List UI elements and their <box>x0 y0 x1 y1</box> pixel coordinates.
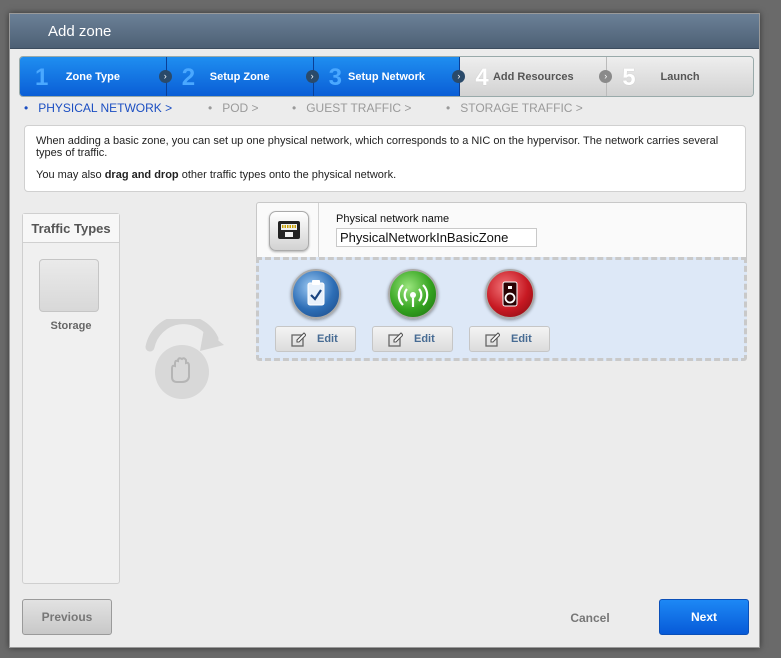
dialog-title-bar[interactable]: Add zone <box>10 14 759 49</box>
next-button[interactable]: Next <box>659 599 749 635</box>
substep-bullet: • <box>24 101 29 115</box>
step-setup-zone: 2 Setup Zone › <box>166 57 319 96</box>
step-arrow-icon: › <box>158 70 172 83</box>
edit-pencil-icon <box>485 332 500 347</box>
public-traffic-item[interactable]: Edit <box>469 264 550 356</box>
substep-label: GUEST TRAFFIC > <box>306 101 412 115</box>
info-text-suffix: other traffic types onto the physical ne… <box>178 169 397 181</box>
step-zone-type: 1 Zone Type › <box>20 57 172 96</box>
info-text-bold: drag and drop <box>104 169 179 181</box>
guest-traffic-icon[interactable] <box>388 269 438 319</box>
drag-drop-hint-icon <box>142 315 227 404</box>
edit-label: Edit <box>317 333 338 345</box>
wizard-steps: 1 Zone Type › 2 Setup Zone › 3 Setup Net… <box>19 56 754 97</box>
substep-bullet: • <box>292 101 297 115</box>
previous-button[interactable]: Previous <box>22 599 112 635</box>
edit-label: Edit <box>414 333 435 345</box>
substep-label: POD > <box>222 101 259 115</box>
substep-bullet: • <box>208 101 213 115</box>
cancel-button[interactable]: Cancel <box>565 610 615 626</box>
physical-network-header: Physical network name <box>256 202 747 258</box>
step-label: Launch <box>660 71 700 83</box>
nic-icon-container <box>257 203 319 257</box>
substep-guest-traffic: • GUEST TRAFFIC > <box>292 101 411 115</box>
step-label: Setup Network <box>347 71 425 83</box>
add-zone-dialog: Add zone 1 Zone Type › 2 Setup Zone › 3 … <box>9 13 760 648</box>
storage-traffic-label: Storage <box>50 320 92 332</box>
guest-traffic-item[interactable]: Edit <box>372 264 453 356</box>
substep-physical-network: • PHYSICAL NETWORK > <box>24 101 172 115</box>
traffic-types-header: Traffic Types <box>23 214 119 243</box>
substep-pod: • POD > <box>208 101 259 115</box>
step-arrow-icon: › <box>305 70 319 83</box>
dialog-title: Add zone <box>48 23 112 40</box>
storage-traffic-draggable[interactable] <box>39 259 99 312</box>
info-text-prefix: You may also <box>36 169 105 181</box>
edit-pencil-icon <box>291 332 306 347</box>
step-setup-network: 3 Setup Network › <box>313 57 466 96</box>
traffic-drop-zone[interactable]: Edit Edit Edit <box>256 257 747 361</box>
edit-pencil-icon <box>388 332 403 347</box>
edit-label: Edit <box>511 333 532 345</box>
edit-management-traffic-button[interactable]: Edit <box>275 326 356 352</box>
network-port-icon <box>269 211 309 251</box>
info-text-drag-drop: You may also drag and drop other traffic… <box>36 169 734 181</box>
traffic-types-panel: Traffic Types Storage <box>22 213 120 584</box>
physical-network-name-label: Physical network name <box>336 213 450 225</box>
step-label: Zone Type <box>65 71 120 83</box>
info-text: When adding a basic zone, you can set up… <box>36 135 719 159</box>
substep-bullet: • <box>446 101 451 115</box>
public-traffic-icon[interactable] <box>485 269 535 319</box>
substep-storage-traffic: • STORAGE TRAFFIC > <box>446 101 583 115</box>
step-add-resources: 4 Add Resources › <box>460 57 613 96</box>
physical-network-name-input[interactable] <box>336 228 537 247</box>
info-box: When adding a basic zone, you can set up… <box>24 125 746 192</box>
step-label: Add Resources <box>492 71 574 83</box>
management-traffic-item[interactable]: Edit <box>275 264 356 356</box>
step-launch: 5 Launch <box>607 57 753 96</box>
management-traffic-icon[interactable] <box>291 269 341 319</box>
edit-guest-traffic-button[interactable]: Edit <box>372 326 453 352</box>
substep-label: STORAGE TRAFFIC > <box>460 101 583 115</box>
step-label: Setup Zone <box>209 71 270 83</box>
edit-public-traffic-button[interactable]: Edit <box>469 326 550 352</box>
substep-label: PHYSICAL NETWORK > <box>38 101 173 115</box>
